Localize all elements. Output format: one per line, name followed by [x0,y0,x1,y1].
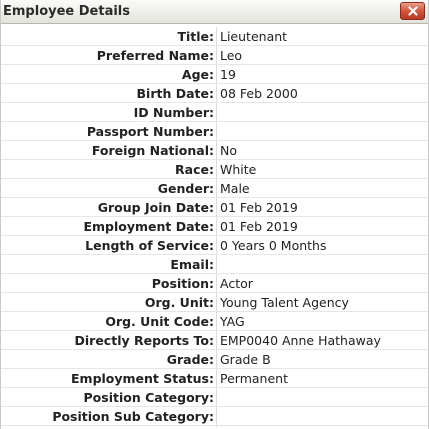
detail-row-title: Title : Lieutenant [1,27,428,46]
field-value: 01 Feb 2019 [220,219,298,234]
colon-separator: : [209,390,214,405]
detail-row-gender: Gender : Male [1,179,428,198]
colon-separator: : [209,200,214,215]
window-title: Employee Details [3,4,130,19]
field-value: Lieutenant [220,29,288,44]
field-label: Passport Number [86,124,209,139]
field-value: White [220,162,257,177]
detail-row-passport-number: Passport Number : [1,122,428,141]
detail-row-birth-date: Birth Date : 08 Feb 2000 [1,84,428,103]
detail-row-email: Email : [1,255,428,274]
colon-separator: : [209,257,214,272]
colon-separator: : [209,333,214,348]
detail-row-directly-reports-to: Directly Reports To : EMP0040 Anne Hatha… [1,331,428,350]
field-value: Grade B [220,352,271,367]
field-label: Position [151,276,209,291]
detail-row-grade: Grade : Grade B [1,350,428,369]
field-label: Directly Reports To [74,333,210,348]
detail-row-employment-status: Employment Status : Permanent [1,369,428,388]
colon-separator: : [209,67,214,82]
close-x-icon [407,6,418,16]
details-list: Title : Lieutenant Preferred Name : Leo … [1,27,428,426]
detail-row-org-unit: Org. Unit : Young Talent Agency [1,293,428,312]
field-value: Actor [220,276,253,291]
colon-separator: : [209,124,214,139]
detail-row-position-sub-category: Position Sub Category : [1,407,428,426]
field-label: Org. Unit Code [105,314,209,329]
colon-separator: : [209,238,214,253]
field-label: Employment Date [83,219,209,234]
field-value: Leo [220,48,243,63]
field-label: Length of Service [85,238,209,253]
detail-row-length-of-service: Length of Service : 0 Years 0 Months [1,236,428,255]
colon-separator: : [209,352,214,367]
field-label: Grade [166,352,209,367]
field-value: EMP0040 Anne Hathaway [220,333,381,348]
detail-row-employment-date: Employment Date : 01 Feb 2019 [1,217,428,236]
field-label: Race [175,162,209,177]
field-label: Preferred Name [96,48,209,63]
field-value: 01 Feb 2019 [220,200,298,215]
field-value: 08 Feb 2000 [220,86,298,101]
field-label: ID Number [133,105,209,120]
detail-row-age: Age : 19 [1,65,428,84]
colon-separator: : [209,143,214,158]
colon-separator: : [209,181,214,196]
colon-separator: : [209,219,214,234]
employee-details-window: Employee Details Title : Lieutenant Pref… [0,0,429,429]
colon-separator: : [209,48,214,63]
colon-separator: : [209,162,214,177]
field-value: 19 [220,67,236,82]
detail-row-position-category: Position Category : [1,388,428,407]
colon-separator: : [209,409,214,424]
detail-row-id-number: ID Number : [1,103,428,122]
field-label: Gender [157,181,209,196]
colon-separator: : [209,86,214,101]
detail-row-group-join-date: Group Join Date : 01 Feb 2019 [1,198,428,217]
field-label: Foreign National [91,143,209,158]
detail-row-org-unit-code: Org. Unit Code : YAG [1,312,428,331]
colon-separator: : [209,314,214,329]
close-button[interactable] [400,2,425,20]
field-label: Birth Date [136,86,209,101]
colon-separator: : [209,371,214,386]
field-value: Young Talent Agency [220,295,349,310]
colon-separator: : [209,276,214,291]
field-label: Position Sub Category [52,409,209,424]
colon-separator: : [209,29,214,44]
field-label: Group Join Date [97,200,209,215]
field-label: Title [177,29,209,44]
detail-row-position: Position : Actor [1,274,428,293]
field-value: No [220,143,237,158]
detail-row-race: Race : White [1,160,428,179]
field-value: Permanent [220,371,288,386]
window-titlebar[interactable]: Employee Details [1,0,428,24]
detail-row-preferred-name: Preferred Name : Leo [1,46,428,65]
detail-row-foreign-national: Foreign National : No [1,141,428,160]
colon-separator: : [209,105,214,120]
field-label: Position Category [83,390,209,405]
field-label: Age [181,67,209,82]
colon-separator: : [209,295,214,310]
field-value: YAG [220,314,245,329]
field-label: Employment Status [71,371,209,386]
field-value: Male [220,181,250,196]
field-value: 0 Years 0 Months [220,238,327,253]
field-label: Org. Unit [144,295,209,310]
field-label: Email [170,257,209,272]
